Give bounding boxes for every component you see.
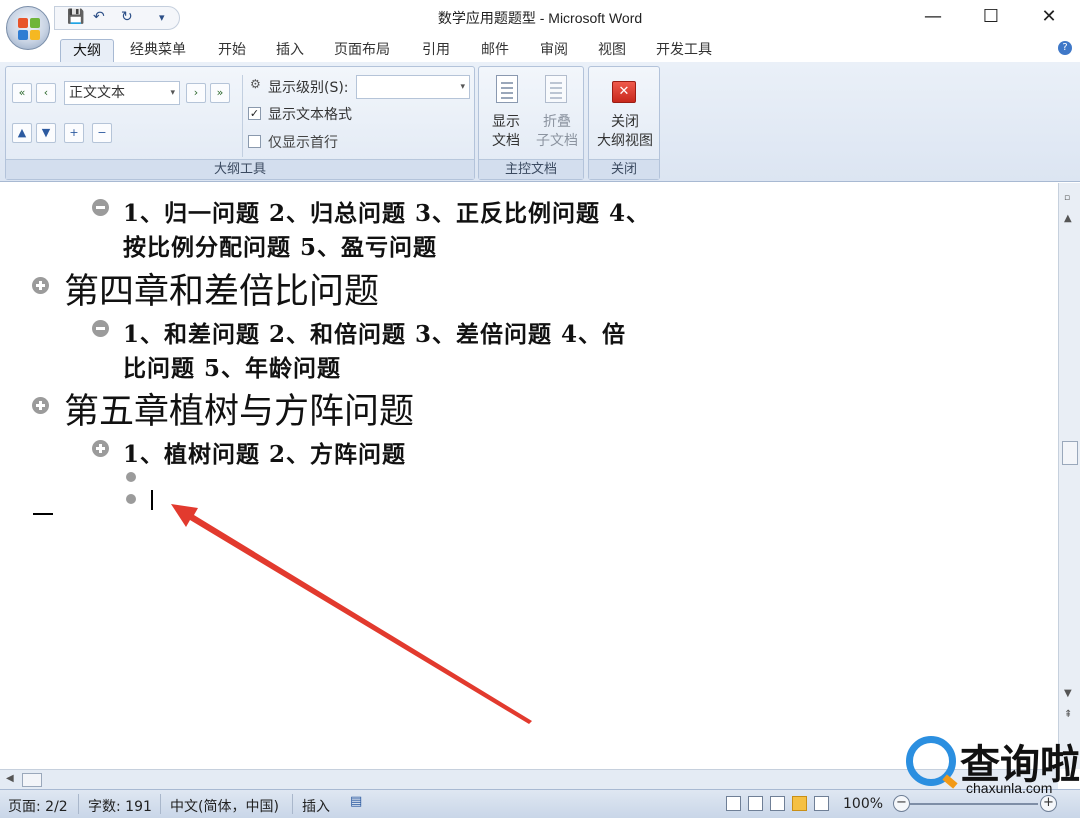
- close-outline-view-button[interactable]: 关闭 大纲视图: [591, 113, 659, 151]
- magnifier-icon: [906, 736, 956, 786]
- status-divider: [78, 794, 79, 814]
- group-divider: [242, 75, 243, 157]
- show-document-label-line1: 显示: [492, 114, 520, 130]
- close-group-label: 关闭: [589, 159, 659, 179]
- show-text-format-checkbox[interactable]: ✓: [248, 107, 261, 120]
- office-button[interactable]: [6, 6, 50, 50]
- show-document-button[interactable]: 显示 文档: [483, 113, 529, 151]
- help-icon[interactable]: ?: [1058, 41, 1072, 55]
- status-divider: [160, 794, 161, 814]
- master-document-group-label: 主控文档: [479, 159, 583, 179]
- collapse-button[interactable]: −: [92, 123, 112, 143]
- outline-level-value: 正文文本: [69, 85, 125, 101]
- tab-home[interactable]: 开始: [212, 39, 252, 62]
- office-logo-icon: [18, 18, 40, 40]
- chevron-down-icon: ▾: [170, 88, 175, 98]
- insert-mode-indicator[interactable]: 插入: [302, 796, 330, 816]
- show-first-line-checkbox[interactable]: [248, 135, 261, 148]
- scroll-down-icon[interactable]: ▼: [1064, 688, 1072, 699]
- outline-level-combo[interactable]: 正文文本 ▾: [64, 81, 180, 105]
- show-level-icon: ⚙: [250, 77, 261, 91]
- scroll-left-icon[interactable]: ◀: [6, 773, 14, 784]
- close-outline-label-line2: 大纲视图: [597, 133, 653, 149]
- outline-tools-group: « ‹ 正文文本 ▾ › » ▲ ▼ + − ⚙ 显示级别(S): ▾ ✓ 显示…: [5, 66, 475, 180]
- minimize-button[interactable]: —: [910, 4, 956, 30]
- zoom-level[interactable]: 100%: [843, 796, 883, 812]
- vertical-scrollbar[interactable]: ▫ ▲ ▼ ⇞: [1058, 183, 1080, 769]
- close-group: ✕ 关闭 大纲视图 关闭: [588, 66, 660, 180]
- watermark-url: chaxunla.com: [966, 780, 1053, 796]
- chevron-down-icon: ▾: [460, 82, 465, 92]
- tab-developer[interactable]: 开发工具: [650, 39, 718, 62]
- tab-insert[interactable]: 插入: [270, 39, 310, 62]
- tab-mailings[interactable]: 邮件: [475, 39, 515, 62]
- ribbon: « ‹ 正文文本 ▾ › » ▲ ▼ + − ⚙ 显示级别(S): ▾ ✓ 显示…: [0, 62, 1080, 182]
- arrow-icon: [171, 504, 532, 724]
- show-level-combo[interactable]: ▾: [356, 75, 470, 99]
- tab-references[interactable]: 引用: [416, 39, 456, 62]
- full-screen-reading-view-icon[interactable]: [748, 796, 763, 811]
- collapse-subdocuments-button[interactable]: 折叠 子文档: [531, 113, 583, 151]
- print-layout-view-icon[interactable]: [726, 796, 741, 811]
- word-count[interactable]: 字数: 191: [88, 796, 152, 816]
- zoom-slider[interactable]: [910, 803, 1038, 805]
- horizontal-scroll-thumb[interactable]: [22, 773, 42, 787]
- collapse-subdocuments-icon: [545, 75, 567, 103]
- promote-button[interactable]: ‹: [36, 83, 56, 103]
- watermark-logo: 查询啦 chaxunla.com: [900, 730, 1080, 800]
- ribbon-tabs: 大纲 经典菜单 开始 插入 页面布局 引用 邮件 审阅 视图 开发工具 ?: [0, 36, 1080, 62]
- language-indicator[interactable]: 中文(简体，中国): [170, 796, 279, 816]
- show-text-format-label: 显示文本格式: [268, 107, 352, 123]
- show-level-label: 显示级别(S):: [268, 80, 349, 96]
- promote-to-heading-button[interactable]: «: [12, 83, 32, 103]
- close-button[interactable]: ✕: [1026, 4, 1072, 30]
- web-layout-view-icon[interactable]: [770, 796, 785, 811]
- move-down-button[interactable]: ▼: [36, 123, 56, 143]
- macro-record-icon[interactable]: ▤: [350, 794, 362, 809]
- show-document-label-line2: 文档: [492, 133, 520, 149]
- tab-classic-menu[interactable]: 经典菜单: [124, 39, 192, 62]
- outline-tools-group-label: 大纲工具: [6, 159, 474, 179]
- tab-view[interactable]: 视图: [592, 39, 632, 62]
- title-bar: 💾 ↶ ↻ ▾ 数学应用题题型 - Microsoft Word — ☐ ✕: [0, 0, 1080, 50]
- tab-outline[interactable]: 大纲: [60, 39, 114, 62]
- scroll-up-icon[interactable]: ▲: [1064, 213, 1072, 224]
- close-outline-label-line1: 关闭: [611, 114, 639, 130]
- outline-view-icon[interactable]: [792, 796, 807, 811]
- tab-page-layout[interactable]: 页面布局: [328, 39, 396, 62]
- collapse-subdocuments-label-line1: 折叠: [543, 114, 571, 130]
- document-area[interactable]: 1、归一问题 2、归总问题 3、正反比例问题 4、 按比例分配问题 5、盈亏问题…: [0, 183, 1058, 769]
- previous-page-icon[interactable]: ⇞: [1064, 709, 1072, 720]
- draft-view-icon[interactable]: [814, 796, 829, 811]
- master-document-group: 显示 文档 折叠 子文档 主控文档: [478, 66, 584, 180]
- maximize-button[interactable]: ☐: [968, 4, 1014, 30]
- red-arrow-annotation: [171, 504, 532, 724]
- page-indicator[interactable]: 页面: 2/2: [8, 796, 68, 816]
- ruler-toggle-icon[interactable]: ▫: [1064, 193, 1070, 203]
- demote-button[interactable]: ›: [186, 83, 206, 103]
- move-up-button[interactable]: ▲: [12, 123, 32, 143]
- collapse-subdocuments-label-line2: 子文档: [536, 133, 578, 149]
- close-outline-icon: ✕: [612, 81, 636, 103]
- status-divider: [292, 794, 293, 814]
- expand-button[interactable]: +: [64, 123, 84, 143]
- show-document-icon: [496, 75, 518, 103]
- tab-review[interactable]: 审阅: [534, 39, 574, 62]
- demote-to-body-button[interactable]: »: [210, 83, 230, 103]
- show-first-line-label: 仅显示首行: [268, 135, 338, 151]
- vertical-scroll-thumb[interactable]: [1062, 441, 1078, 465]
